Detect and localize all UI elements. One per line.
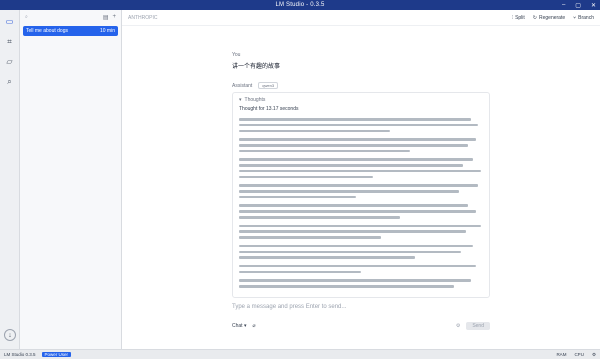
chat-sidebar: ⌕ ▤ + Tell me about dogs 10 min [20,10,122,349]
add-chat-icon[interactable]: + [112,14,116,20]
mode-selector[interactable]: Chat ▾ [232,323,246,329]
chat-item-title: Tell me about dogs [26,28,68,34]
composer-left: Chat ▾ ⌀ [232,323,255,329]
chat-toolbar: ANTHROPIC ⫶ Split ↻ Regenerate ⑂ Branch [122,10,600,26]
thought-paragraph [239,158,483,179]
settings-icon[interactable]: ⚙ [456,323,460,329]
split-icon: ⫶ [511,14,514,21]
model-chip[interactable]: qwen3 [258,82,279,89]
thought-paragraph [239,138,483,153]
minimize-icon[interactable]: – [562,2,565,8]
assistant-label: Assistant [232,82,253,89]
sidebar-search[interactable]: ⌕ [25,14,99,20]
chevron-down-icon: ▾ [243,323,247,329]
thought-paragraph [239,204,483,219]
status-bar: LM Studio 0.3.5 Power User RAM CPU ⚙ [0,349,600,359]
composer-bar: Chat ▾ ⌀ ⚙ Send [232,322,490,330]
title-bar: LM Studio - 0.3.5 – ▢ ✕ [0,0,600,10]
regenerate-button[interactable]: ↻ Regenerate [533,15,565,21]
attach-icon[interactable]: ⌀ [252,323,255,329]
window-title: LM Studio - 0.3.5 [275,2,325,8]
maximize-icon[interactable]: ▢ [575,2,581,9]
window-controls: – ▢ ✕ [562,0,596,10]
user-label: You [232,52,241,58]
status-cpu: CPU [574,352,584,357]
send-button[interactable]: Send [466,322,490,330]
chat-list-item[interactable]: Tell me about dogs 10 min [23,26,118,36]
thought-paragraph [239,279,483,288]
user-message: 讲一个有趣的故事 [232,64,281,70]
composer: Type a message and press Enter to send..… [232,304,490,330]
composer-right: ⚙ Send [456,322,490,330]
thought-paragraph [239,184,483,199]
close-icon[interactable]: ✕ [591,2,596,9]
chat-icon[interactable]: ▭ [4,16,16,28]
new-folder-icon[interactable]: ▤ [103,14,109,21]
download-icon[interactable]: ↓ [4,329,16,341]
refresh-icon: ↻ [532,14,537,21]
mode-badge[interactable]: Power User [41,352,72,357]
thought-paragraph [239,224,483,239]
branch-icon: ⑂ [573,14,577,21]
status-left: LM Studio 0.3.5 Power User [4,352,72,357]
thought-time: Thought for 13.17 seconds [239,106,299,112]
thought-panel[interactable]: ▾ Thoughts Thought for 13.17 seconds [232,92,490,298]
thought-paragraph [239,264,483,274]
split-button[interactable]: ⫶ Split [512,15,525,21]
folder-icon[interactable]: ▱ [4,56,16,68]
status-ram: RAM [556,352,567,357]
conversation: You 讲一个有趣的故事 Assistant qwen3 ▾ Thoughts … [232,52,490,298]
search-icon[interactable]: ⌕ [4,76,16,88]
sidebar-header: ⌕ ▤ + [20,10,121,24]
chevron-down-icon: ▾ [239,97,242,103]
branch-button[interactable]: ⑂ Branch [573,15,594,21]
chat-main: ANTHROPIC ⫶ Split ↻ Regenerate ⑂ Branch You… [122,10,600,349]
search-icon: ⌕ [25,14,28,20]
developer-icon[interactable]: ⌗ [4,36,16,48]
toolbar-left-text: ANTHROPIC [128,14,158,21]
status-right: RAM CPU ⚙ [556,352,596,358]
toolbar-actions: ⫶ Split ↻ Regenerate ⑂ Branch [512,15,594,21]
message-input[interactable]: Type a message and press Enter to send..… [232,304,490,310]
thought-paragraph [239,244,483,259]
app-version: LM Studio 0.3.5 [4,352,36,357]
icon-rail: ▭ ⌗ ▱ ⌕ ↓ [0,10,20,349]
thought-header[interactable]: ▾ Thoughts [239,97,483,103]
assistant-header: Assistant qwen3 [232,82,490,89]
settings-icon[interactable]: ⚙ [592,352,596,358]
chat-item-time: 10 min [99,28,115,34]
thought-paragraph [239,118,483,133]
